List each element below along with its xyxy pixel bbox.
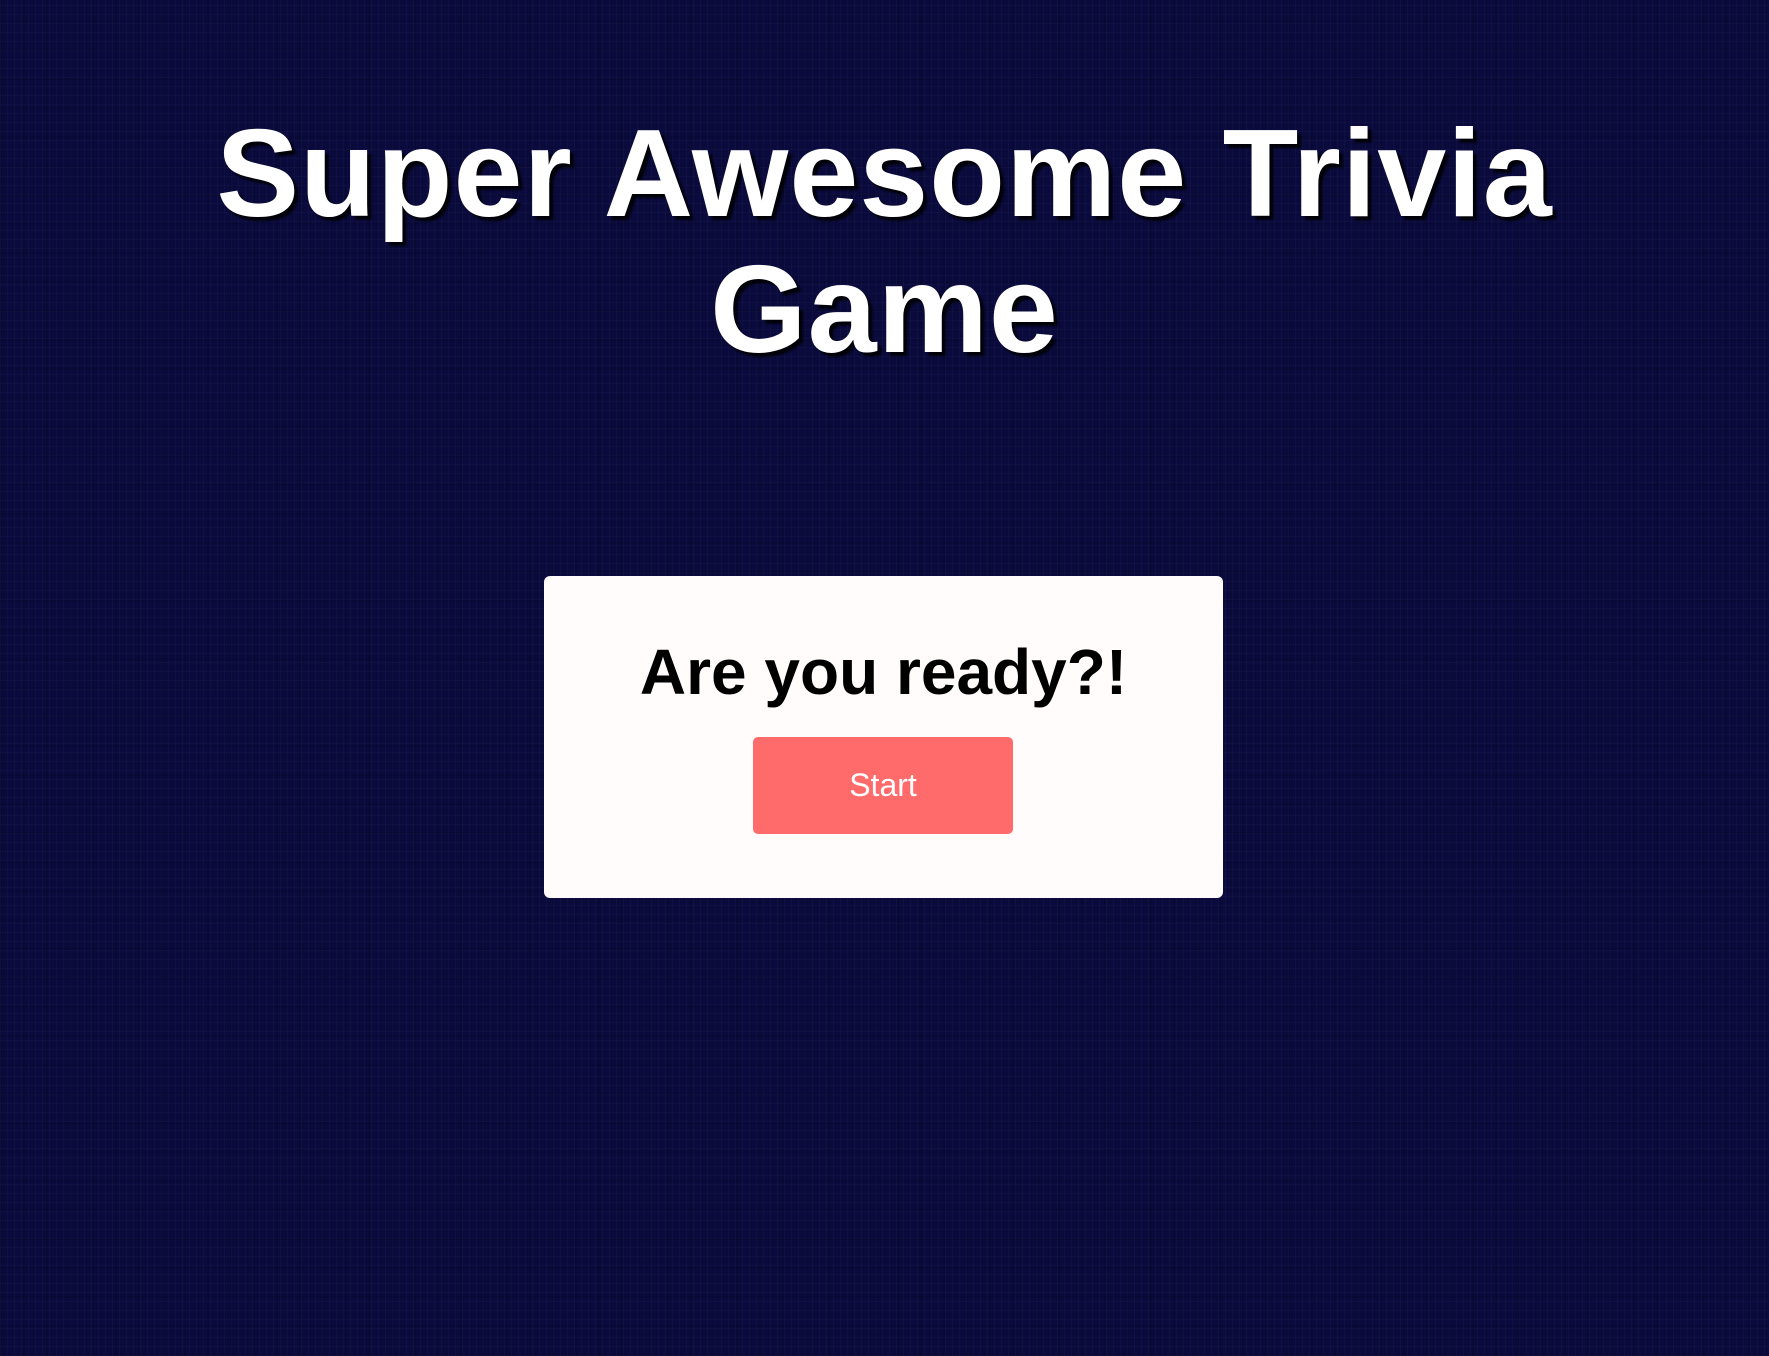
game-title-line2: Game bbox=[710, 241, 1059, 379]
start-button[interactable]: Start bbox=[753, 737, 1013, 834]
ready-heading: Are you ready?! bbox=[639, 636, 1128, 708]
game-title: Super Awesome Trivia Game bbox=[0, 106, 1769, 378]
start-card: Are you ready?! Start bbox=[544, 576, 1223, 898]
game-title-line1: Super Awesome Trivia bbox=[216, 105, 1553, 243]
